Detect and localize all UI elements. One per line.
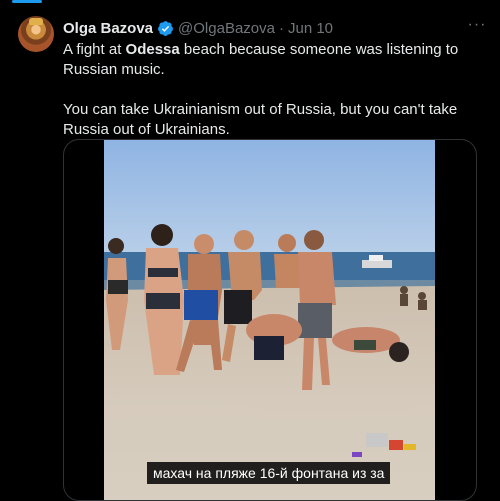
tweet-text-bold: Odessa [125,41,180,58]
video-frame[interactable] [104,140,435,500]
avatar-crown-decoration [29,18,43,25]
video-caption: махач на пляже 16-й фонтана из за [147,462,391,484]
separator-dot: · [278,19,284,37]
author-handle[interactable]: @OlgaBazova [178,20,275,37]
media-container[interactable]: махач на пляже 16-й фонтана из за [63,139,477,501]
tweet-paragraph-1: A fight at Odessa beach because someone … [63,40,483,80]
active-tab-indicator [12,0,42,3]
tweet-text-part1: A fight at [63,41,126,58]
tweet-paragraph-2: You can take Ukrainianism out of Russia,… [63,101,458,138]
tweet-text: A fight at Odessa beach because someone … [63,40,483,140]
author-avatar[interactable] [18,16,54,52]
tweet-header: Olga Bazova @OlgaBazova · Jun 10 [63,18,333,38]
tweet-date[interactable]: Jun 10 [288,20,333,37]
verified-badge-icon [158,20,173,36]
author-name[interactable]: Olga Bazova [63,20,153,37]
more-options-icon[interactable]: ··· [466,14,488,36]
